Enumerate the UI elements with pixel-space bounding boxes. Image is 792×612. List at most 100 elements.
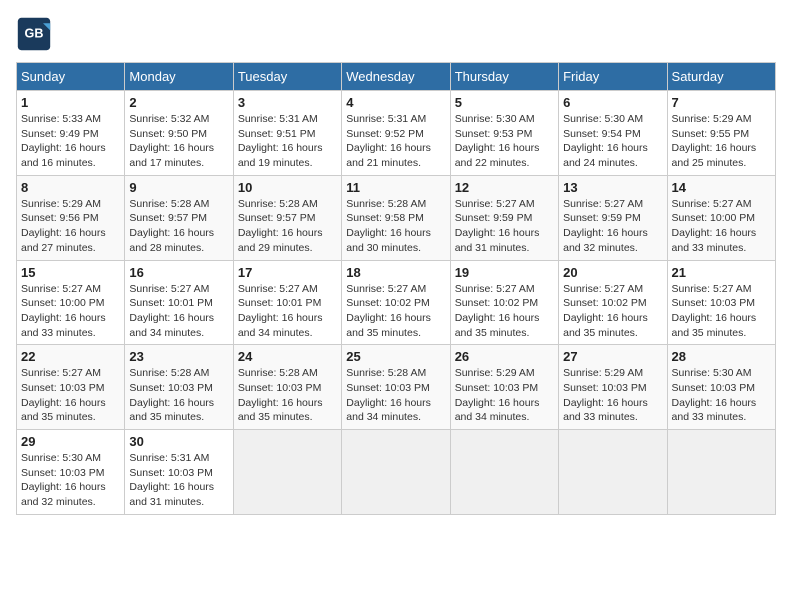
- calendar-cell: 29 Sunrise: 5:30 AM Sunset: 10:03 PM Day…: [17, 430, 125, 515]
- day-info: Sunrise: 5:31 AM Sunset: 10:03 PM Daylig…: [129, 451, 228, 510]
- calendar-cell: 23 Sunrise: 5:28 AM Sunset: 10:03 PM Day…: [125, 345, 233, 430]
- day-info: Sunrise: 5:27 AM Sunset: 10:03 PM Daylig…: [21, 366, 120, 425]
- day-info: Sunrise: 5:27 AM Sunset: 9:59 PM Dayligh…: [563, 197, 662, 256]
- day-info: Sunrise: 5:31 AM Sunset: 9:52 PM Dayligh…: [346, 112, 445, 171]
- calendar-header-row: SundayMondayTuesdayWednesdayThursdayFrid…: [17, 63, 776, 91]
- calendar-cell: 11 Sunrise: 5:28 AM Sunset: 9:58 PM Dayl…: [342, 175, 450, 260]
- calendar-cell: 12 Sunrise: 5:27 AM Sunset: 9:59 PM Dayl…: [450, 175, 558, 260]
- day-number: 22: [21, 349, 120, 364]
- day-info: Sunrise: 5:29 AM Sunset: 10:03 PM Daylig…: [563, 366, 662, 425]
- logo-icon: GB: [16, 16, 52, 52]
- day-number: 30: [129, 434, 228, 449]
- day-info: Sunrise: 5:30 AM Sunset: 10:03 PM Daylig…: [21, 451, 120, 510]
- calendar-cell: 5 Sunrise: 5:30 AM Sunset: 9:53 PM Dayli…: [450, 91, 558, 176]
- day-number: 9: [129, 180, 228, 195]
- calendar-cell: 7 Sunrise: 5:29 AM Sunset: 9:55 PM Dayli…: [667, 91, 775, 176]
- calendar-cell: [342, 430, 450, 515]
- day-number: 19: [455, 265, 554, 280]
- day-number: 6: [563, 95, 662, 110]
- calendar-week-row: 29 Sunrise: 5:30 AM Sunset: 10:03 PM Day…: [17, 430, 776, 515]
- day-info: Sunrise: 5:27 AM Sunset: 10:00 PM Daylig…: [672, 197, 771, 256]
- day-number: 23: [129, 349, 228, 364]
- day-number: 7: [672, 95, 771, 110]
- calendar-cell: 22 Sunrise: 5:27 AM Sunset: 10:03 PM Day…: [17, 345, 125, 430]
- calendar-cell: 1 Sunrise: 5:33 AM Sunset: 9:49 PM Dayli…: [17, 91, 125, 176]
- calendar-cell: [667, 430, 775, 515]
- calendar-cell: 30 Sunrise: 5:31 AM Sunset: 10:03 PM Day…: [125, 430, 233, 515]
- day-info: Sunrise: 5:27 AM Sunset: 9:59 PM Dayligh…: [455, 197, 554, 256]
- calendar-cell: 10 Sunrise: 5:28 AM Sunset: 9:57 PM Dayl…: [233, 175, 341, 260]
- day-number: 18: [346, 265, 445, 280]
- calendar-cell: 8 Sunrise: 5:29 AM Sunset: 9:56 PM Dayli…: [17, 175, 125, 260]
- calendar-table: SundayMondayTuesdayWednesdayThursdayFrid…: [16, 62, 776, 515]
- calendar-week-row: 1 Sunrise: 5:33 AM Sunset: 9:49 PM Dayli…: [17, 91, 776, 176]
- calendar-cell: 26 Sunrise: 5:29 AM Sunset: 10:03 PM Day…: [450, 345, 558, 430]
- day-number: 3: [238, 95, 337, 110]
- day-number: 15: [21, 265, 120, 280]
- day-info: Sunrise: 5:31 AM Sunset: 9:51 PM Dayligh…: [238, 112, 337, 171]
- day-info: Sunrise: 5:30 AM Sunset: 10:03 PM Daylig…: [672, 366, 771, 425]
- day-number: 11: [346, 180, 445, 195]
- calendar-cell: 28 Sunrise: 5:30 AM Sunset: 10:03 PM Day…: [667, 345, 775, 430]
- day-number: 14: [672, 180, 771, 195]
- calendar-cell: 6 Sunrise: 5:30 AM Sunset: 9:54 PM Dayli…: [559, 91, 667, 176]
- day-info: Sunrise: 5:29 AM Sunset: 9:56 PM Dayligh…: [21, 197, 120, 256]
- calendar-cell: 21 Sunrise: 5:27 AM Sunset: 10:03 PM Day…: [667, 260, 775, 345]
- calendar-week-row: 15 Sunrise: 5:27 AM Sunset: 10:00 PM Day…: [17, 260, 776, 345]
- calendar-cell: 4 Sunrise: 5:31 AM Sunset: 9:52 PM Dayli…: [342, 91, 450, 176]
- day-info: Sunrise: 5:28 AM Sunset: 10:03 PM Daylig…: [238, 366, 337, 425]
- day-number: 8: [21, 180, 120, 195]
- day-info: Sunrise: 5:33 AM Sunset: 9:49 PM Dayligh…: [21, 112, 120, 171]
- day-info: Sunrise: 5:30 AM Sunset: 9:54 PM Dayligh…: [563, 112, 662, 171]
- calendar-cell: 20 Sunrise: 5:27 AM Sunset: 10:02 PM Day…: [559, 260, 667, 345]
- day-info: Sunrise: 5:27 AM Sunset: 10:02 PM Daylig…: [455, 282, 554, 341]
- column-header-wednesday: Wednesday: [342, 63, 450, 91]
- calendar-cell: 14 Sunrise: 5:27 AM Sunset: 10:00 PM Day…: [667, 175, 775, 260]
- column-header-friday: Friday: [559, 63, 667, 91]
- calendar-cell: 25 Sunrise: 5:28 AM Sunset: 10:03 PM Day…: [342, 345, 450, 430]
- day-number: 1: [21, 95, 120, 110]
- day-number: 28: [672, 349, 771, 364]
- calendar-cell: 13 Sunrise: 5:27 AM Sunset: 9:59 PM Dayl…: [559, 175, 667, 260]
- day-info: Sunrise: 5:27 AM Sunset: 10:02 PM Daylig…: [563, 282, 662, 341]
- day-info: Sunrise: 5:27 AM Sunset: 10:02 PM Daylig…: [346, 282, 445, 341]
- calendar-week-row: 8 Sunrise: 5:29 AM Sunset: 9:56 PM Dayli…: [17, 175, 776, 260]
- day-info: Sunrise: 5:27 AM Sunset: 10:01 PM Daylig…: [129, 282, 228, 341]
- day-info: Sunrise: 5:27 AM Sunset: 10:03 PM Daylig…: [672, 282, 771, 341]
- calendar-week-row: 22 Sunrise: 5:27 AM Sunset: 10:03 PM Day…: [17, 345, 776, 430]
- calendar-cell: 19 Sunrise: 5:27 AM Sunset: 10:02 PM Day…: [450, 260, 558, 345]
- svg-text:GB: GB: [25, 27, 44, 41]
- column-header-sunday: Sunday: [17, 63, 125, 91]
- day-info: Sunrise: 5:29 AM Sunset: 10:03 PM Daylig…: [455, 366, 554, 425]
- calendar-cell: 2 Sunrise: 5:32 AM Sunset: 9:50 PM Dayli…: [125, 91, 233, 176]
- day-number: 13: [563, 180, 662, 195]
- day-info: Sunrise: 5:28 AM Sunset: 9:57 PM Dayligh…: [129, 197, 228, 256]
- day-number: 10: [238, 180, 337, 195]
- column-header-saturday: Saturday: [667, 63, 775, 91]
- day-number: 2: [129, 95, 228, 110]
- calendar-cell: 18 Sunrise: 5:27 AM Sunset: 10:02 PM Day…: [342, 260, 450, 345]
- day-number: 20: [563, 265, 662, 280]
- day-number: 12: [455, 180, 554, 195]
- day-number: 17: [238, 265, 337, 280]
- day-info: Sunrise: 5:28 AM Sunset: 10:03 PM Daylig…: [346, 366, 445, 425]
- calendar-cell: [233, 430, 341, 515]
- calendar-cell: 16 Sunrise: 5:27 AM Sunset: 10:01 PM Day…: [125, 260, 233, 345]
- day-number: 27: [563, 349, 662, 364]
- day-number: 26: [455, 349, 554, 364]
- column-header-thursday: Thursday: [450, 63, 558, 91]
- day-info: Sunrise: 5:29 AM Sunset: 9:55 PM Dayligh…: [672, 112, 771, 171]
- day-number: 25: [346, 349, 445, 364]
- day-info: Sunrise: 5:30 AM Sunset: 9:53 PM Dayligh…: [455, 112, 554, 171]
- column-header-monday: Monday: [125, 63, 233, 91]
- calendar-cell: 27 Sunrise: 5:29 AM Sunset: 10:03 PM Day…: [559, 345, 667, 430]
- logo: GB: [16, 16, 56, 52]
- day-number: 21: [672, 265, 771, 280]
- day-info: Sunrise: 5:27 AM Sunset: 10:00 PM Daylig…: [21, 282, 120, 341]
- column-header-tuesday: Tuesday: [233, 63, 341, 91]
- day-info: Sunrise: 5:28 AM Sunset: 10:03 PM Daylig…: [129, 366, 228, 425]
- page-header: GB: [16, 16, 776, 52]
- calendar-cell: [450, 430, 558, 515]
- day-info: Sunrise: 5:28 AM Sunset: 9:58 PM Dayligh…: [346, 197, 445, 256]
- calendar-cell: 17 Sunrise: 5:27 AM Sunset: 10:01 PM Day…: [233, 260, 341, 345]
